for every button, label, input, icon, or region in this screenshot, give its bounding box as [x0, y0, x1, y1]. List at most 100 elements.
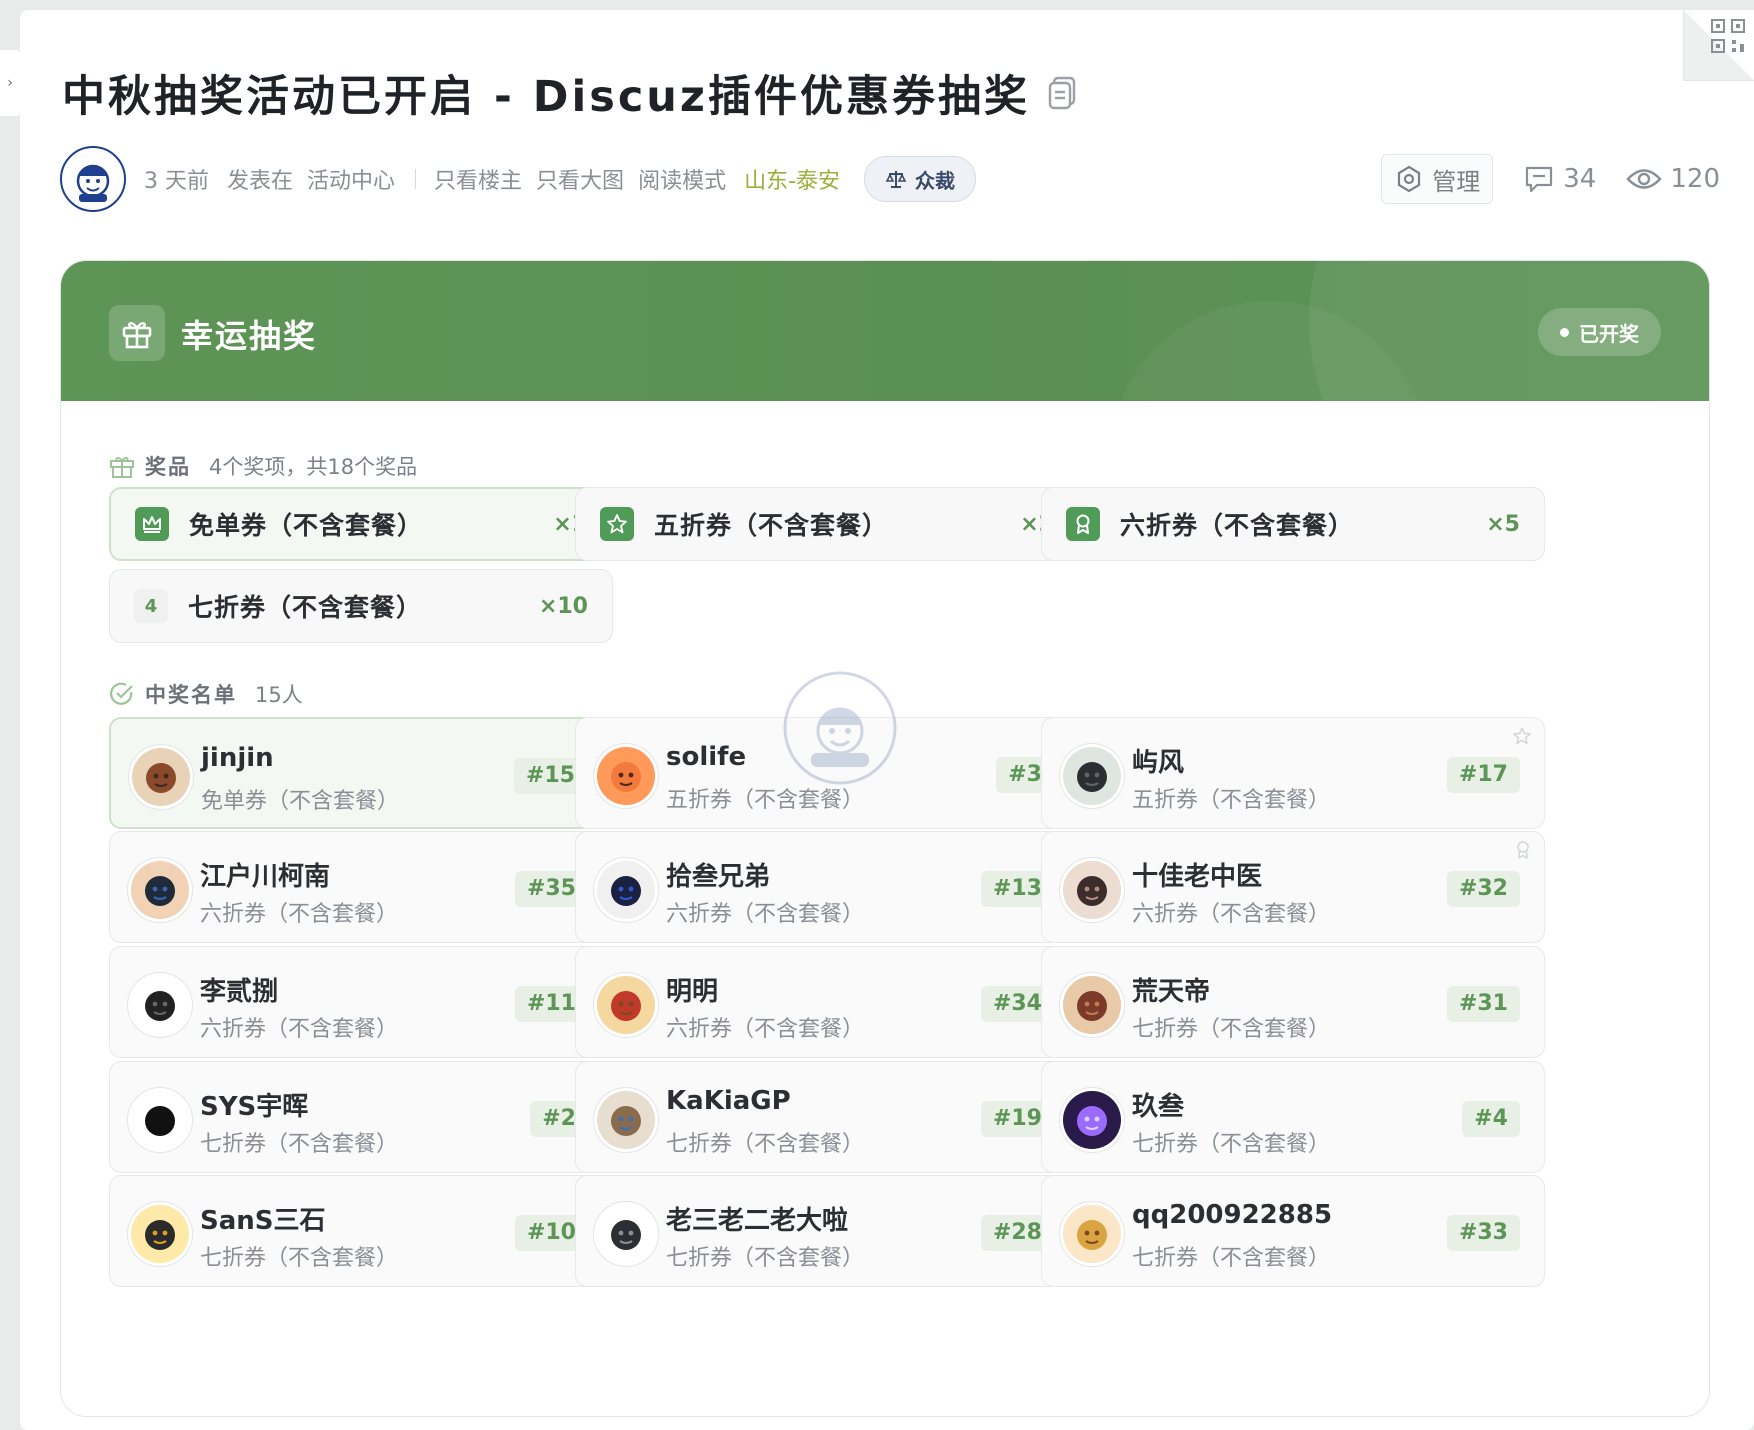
collapse-tab[interactable]: ›: [0, 50, 20, 116]
gift-outline-icon: [110, 456, 134, 478]
prize-name: 七折券（不含套餐）: [188, 593, 423, 622]
winner-name[interactable]: 江户川柯南: [200, 856, 330, 893]
location-label: 山东-泰安: [744, 169, 841, 194]
floor-badge[interactable]: #31: [1446, 986, 1520, 1022]
crown-icon: [135, 507, 169, 541]
winner-name[interactable]: jinjin: [201, 743, 274, 773]
prizes-summary: 4个奖项，共18个奖品: [209, 455, 418, 479]
winner-prize: 七折券（不含套餐）: [666, 1246, 865, 1271]
winner-avatar[interactable]: [128, 1088, 192, 1152]
lottery-card: 幸运抽奖 已开奖 奖品 4个奖项，共18个奖品 免单券（不含套餐） ×1 五折券（不…: [60, 260, 1710, 1417]
gear-icon: [1398, 165, 1421, 193]
winner-avatar[interactable]: [594, 858, 658, 922]
winner-prize: 免单券（不含套餐）: [201, 789, 400, 814]
winner-avatar[interactable]: [1060, 744, 1124, 808]
reading-mode-link[interactable]: 阅读模式: [638, 163, 726, 195]
winners-heading: 中奖名单 15人: [109, 679, 303, 709]
star-icon: [600, 507, 634, 541]
winner-name[interactable]: SanS三石: [200, 1200, 326, 1237]
winner-avatar[interactable]: [594, 1088, 658, 1152]
winner-card[interactable]: 荒天帝七折券（不含套餐） #31: [1041, 946, 1545, 1058]
lottery-header: 幸运抽奖 已开奖: [61, 261, 1709, 401]
prize-name: 六折券（不含套餐）: [1120, 511, 1355, 540]
winner-prize: 六折券（不含套餐）: [666, 902, 865, 927]
prizes-label: 奖品: [145, 455, 191, 479]
winner-name[interactable]: 拾叁兄弟: [666, 856, 770, 893]
post-page: 中秋抽奖活动已开启 - Discuz插件优惠券抽奖 3 天前 发表在 活动中心 …: [20, 10, 1754, 1430]
winner-card[interactable]: 玖叁七折券（不含套餐） #4: [1041, 1061, 1545, 1173]
winner-name[interactable]: SYS宇晖: [200, 1086, 308, 1123]
winner-avatar[interactable]: [129, 745, 193, 809]
floor-badge[interactable]: #32: [1446, 871, 1520, 907]
winner-prize: 六折券（不含套餐）: [1132, 902, 1331, 927]
winner-name[interactable]: KaKiaGP: [666, 1086, 791, 1116]
check-circle-icon: [110, 682, 133, 705]
winner-name[interactable]: solife: [666, 742, 746, 772]
winner-avatar[interactable]: [128, 858, 192, 922]
winner-card[interactable]: qq200922885 七折券（不含套餐） #33: [1041, 1175, 1545, 1287]
winner-card[interactable]: 李贰捌 六折券（不含套餐） #11: [109, 946, 613, 1058]
winner-name[interactable]: 老三老二老大啦: [666, 1200, 848, 1237]
winner-avatar[interactable]: [1060, 1202, 1124, 1266]
winner-card[interactable]: SanS三石 七折券（不含套餐） #10: [109, 1175, 613, 1287]
prize-name: 五折券（不含套餐）: [654, 511, 889, 540]
manage-button[interactable]: 管理: [1381, 154, 1494, 204]
reply-count[interactable]: 34: [1523, 164, 1596, 194]
lottery-title: 幸运抽奖: [181, 317, 318, 355]
floor-badge[interactable]: #4: [1462, 1101, 1520, 1137]
winner-name[interactable]: 荒天帝: [1132, 971, 1210, 1008]
winner-card[interactable]: KaKiaGP 七折券（不含套餐） #19: [575, 1061, 1079, 1173]
arbitration-button[interactable]: 众裁: [864, 156, 977, 202]
winner-card[interactable]: jinjin 免单券（不含套餐） #15: [109, 717, 613, 829]
copy-icon[interactable]: [1048, 76, 1078, 110]
winner-avatar[interactable]: [594, 1202, 658, 1266]
winner-avatar[interactable]: [1060, 973, 1124, 1037]
only-author-link[interactable]: 只看楼主: [434, 163, 522, 195]
winner-prize: 七折券（不含套餐）: [1132, 1132, 1331, 1157]
winner-prize: 六折券（不含套餐）: [200, 902, 399, 927]
winner-avatar[interactable]: [594, 744, 658, 808]
medal-icon: [1514, 840, 1532, 864]
winner-avatar[interactable]: [1060, 858, 1124, 922]
scale-icon: [885, 171, 907, 188]
arbitration-label: 众裁: [915, 168, 956, 193]
winner-card[interactable]: 江户川柯南 六折券（不含套餐） #35: [109, 831, 613, 943]
winner-card[interactable]: 明明 六折券（不含套餐） #34: [575, 946, 1079, 1058]
gift-icon: [109, 305, 165, 361]
status-badge: 已开奖: [1538, 308, 1661, 356]
winner-avatar[interactable]: [1060, 1088, 1124, 1152]
title-row: 中秋抽奖活动已开启 - Discuz插件优惠券抽奖: [62, 58, 1078, 128]
prize-item: 六折券（不含套餐） ×5: [1041, 487, 1545, 561]
floor-badge[interactable]: #33: [1446, 1215, 1520, 1251]
prize-item: 五折券（不含套餐） ×2: [575, 487, 1079, 561]
only-images-link[interactable]: 只看大图: [536, 163, 624, 195]
winner-card[interactable]: 拾叁兄弟 六折券（不含套餐） #13: [575, 831, 1079, 943]
floor-badge[interactable]: #17: [1446, 757, 1520, 793]
winner-name[interactable]: 玖叁: [1132, 1086, 1184, 1123]
winner-prize: 六折券（不含套餐）: [200, 1017, 399, 1042]
winner-card[interactable]: 十佳老中医六折券（不含套餐） #32: [1041, 831, 1545, 943]
forum-link[interactable]: 活动中心: [307, 163, 395, 195]
author-avatar[interactable]: [60, 146, 126, 212]
prize-number-badge: 4: [134, 589, 168, 623]
reply-count-value: 34: [1563, 164, 1597, 194]
winner-card[interactable]: 老三老二老大啦 七折券（不含套餐） #28: [575, 1175, 1079, 1287]
winner-name[interactable]: 李贰捌: [200, 971, 278, 1008]
winner-prize: 七折券（不含套餐）: [200, 1132, 399, 1157]
winner-card[interactable]: SYS宇晖 七折券（不含套餐） #2: [109, 1061, 613, 1173]
winner-prize: 五折券（不含套餐）: [1132, 788, 1331, 813]
winners-count: 15人: [255, 683, 303, 707]
winner-avatar[interactable]: [128, 973, 192, 1037]
winner-name[interactable]: 屿风: [1132, 742, 1184, 779]
winner-name[interactable]: 明明: [666, 971, 718, 1008]
winner-name[interactable]: 十佳老中医: [1132, 856, 1262, 893]
qr-code-corner[interactable]: [1683, 10, 1754, 81]
winner-avatar[interactable]: [128, 1202, 192, 1266]
winner-avatar[interactable]: [594, 973, 658, 1037]
meta-divider: [415, 169, 417, 189]
winner-name[interactable]: qq200922885: [1132, 1200, 1332, 1230]
view-count-value: 120: [1670, 164, 1720, 194]
winner-card[interactable]: 屿风五折券（不含套餐） #17: [1041, 717, 1545, 829]
winner-prize: 七折券（不含套餐）: [1132, 1017, 1331, 1042]
post-stats: 管理 34 120: [1381, 154, 1720, 204]
